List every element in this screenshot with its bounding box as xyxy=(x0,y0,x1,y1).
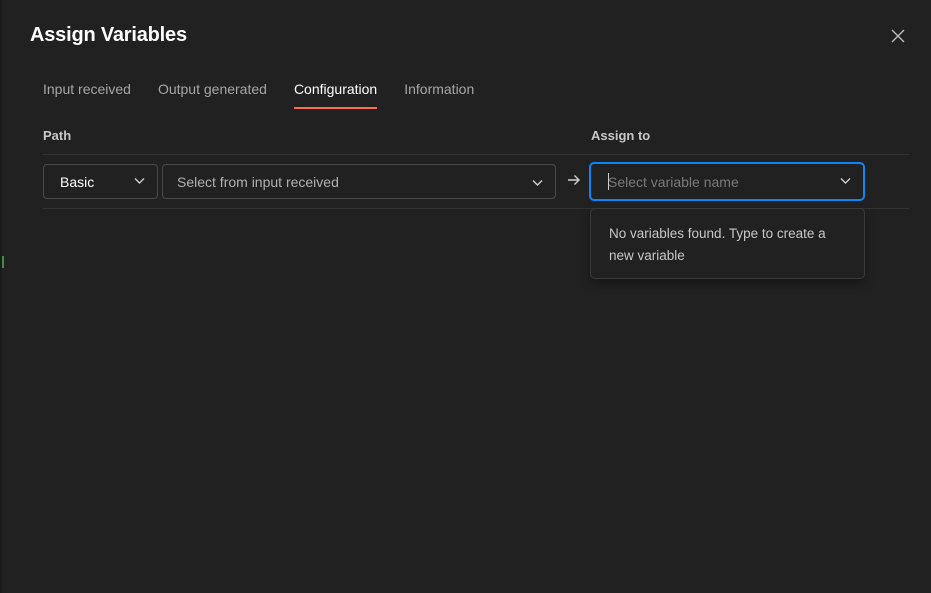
tab-configuration[interactable]: Configuration xyxy=(293,80,378,109)
path-select[interactable]: Select from input received xyxy=(162,164,556,199)
text-caret xyxy=(608,173,609,190)
assign-to-column-header: Assign to xyxy=(591,128,651,143)
close-button[interactable] xyxy=(888,26,908,46)
path-mode-select[interactable]: Basic xyxy=(43,164,158,199)
chevron-down-icon xyxy=(532,180,543,186)
variable-dropdown: No variables found. Type to create a new… xyxy=(590,208,865,279)
close-icon xyxy=(891,29,905,43)
chevron-down-icon xyxy=(134,178,145,184)
arrow-right-icon xyxy=(568,175,580,185)
assign-variable-field[interactable] xyxy=(589,162,865,201)
tab-output-generated[interactable]: Output generated xyxy=(158,80,267,109)
dropdown-empty-message: No variables found. Type to create a new… xyxy=(609,226,826,263)
variable-name-input[interactable] xyxy=(608,173,828,190)
dialog-title: Assign Variables xyxy=(30,24,187,46)
path-mode-value: Basic xyxy=(60,173,95,190)
assign-variables-dialog: Assign Variables Input received Output g… xyxy=(0,0,931,593)
chevron-down-icon[interactable] xyxy=(840,177,851,185)
path-column-header: Path xyxy=(43,128,72,143)
tab-bar: Input received Output generated Configur… xyxy=(43,80,501,110)
path-select-placeholder: Select from input received xyxy=(177,173,339,190)
left-edge-marker xyxy=(2,256,4,268)
header-divider xyxy=(43,154,909,155)
tab-input-received[interactable]: Input received xyxy=(43,80,131,109)
tab-information[interactable]: Information xyxy=(404,80,474,109)
